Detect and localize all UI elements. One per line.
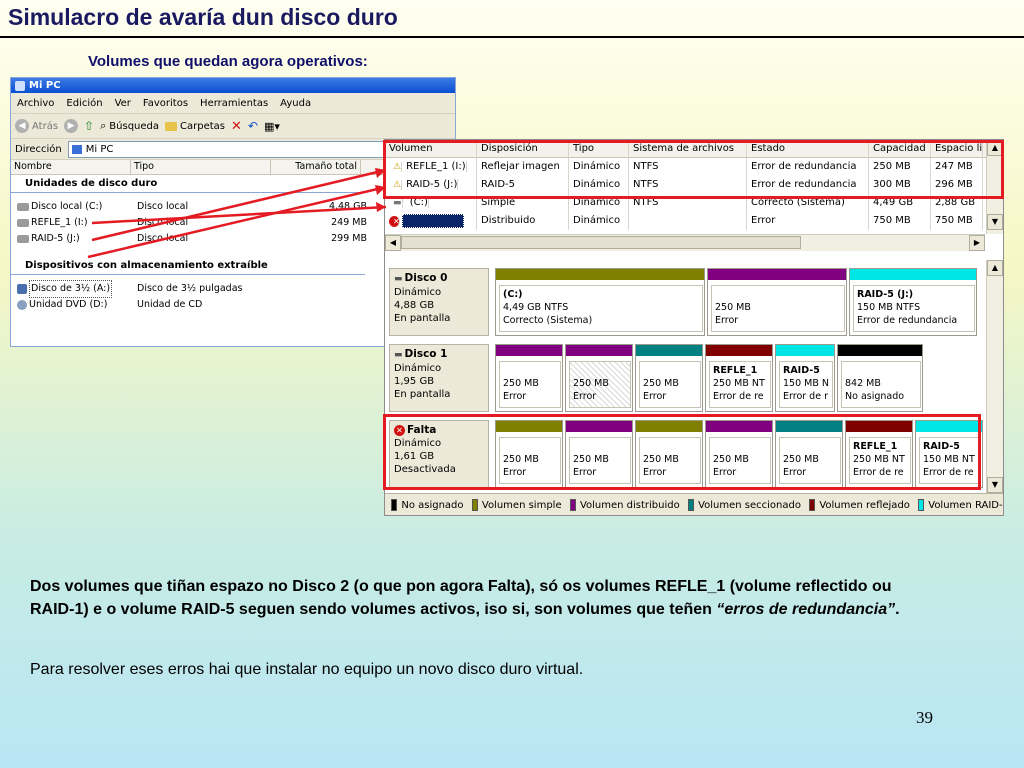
arrow-line-refle bbox=[91, 168, 387, 242]
annotation-arrows bbox=[87, 168, 387, 259]
resolution-paragraph: Para resolver eses erros hai que instala… bbox=[30, 661, 584, 678]
arrowhead bbox=[376, 202, 386, 212]
explanation-paragraph: Dos volumes que tiñan espazo no Disco 2 … bbox=[30, 575, 920, 621]
paragraph-end: . bbox=[895, 601, 900, 618]
paragraph-emphasis: “erros de redundancia” bbox=[716, 601, 896, 618]
page-number: 39 bbox=[916, 708, 933, 727]
